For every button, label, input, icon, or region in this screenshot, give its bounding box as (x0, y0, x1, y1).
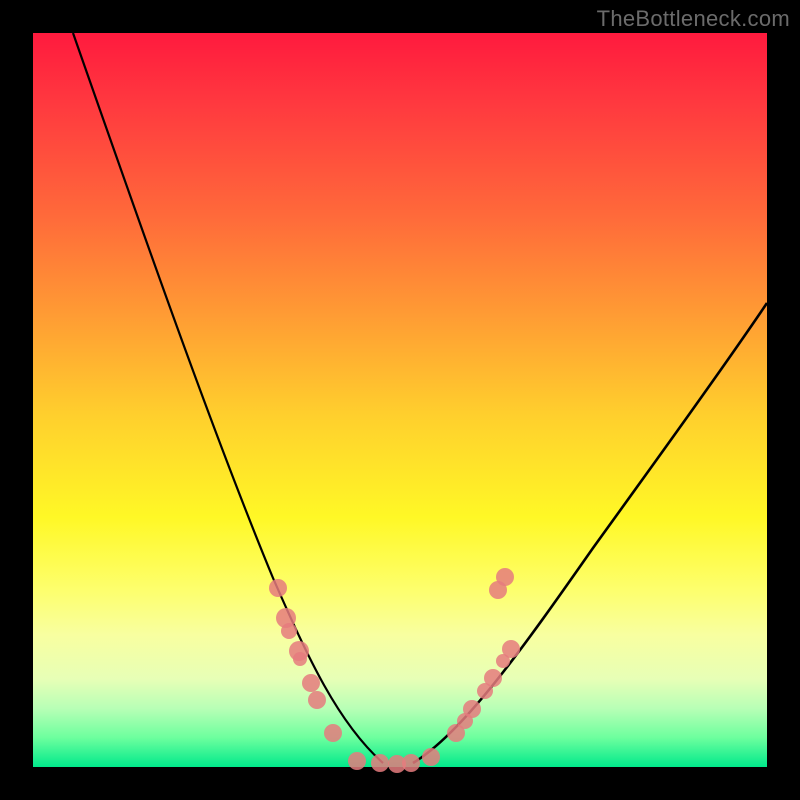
outer-frame: TheBottleneck.com (0, 0, 800, 800)
dot (302, 674, 320, 692)
curve-left (73, 33, 383, 763)
dot (281, 623, 297, 639)
dot (484, 669, 502, 687)
dot (463, 700, 481, 718)
scatter-right-cluster (402, 568, 520, 772)
dot (502, 640, 520, 658)
dot (496, 568, 514, 586)
curve-right (413, 303, 767, 763)
dot (324, 724, 342, 742)
watermark-text: TheBottleneck.com (597, 6, 790, 32)
dot (348, 752, 366, 770)
dot (293, 652, 307, 666)
dot (422, 748, 440, 766)
chart-overlay (33, 33, 767, 767)
dot (269, 579, 287, 597)
scatter-bottom-cluster (371, 754, 406, 773)
dot (308, 691, 326, 709)
dot (402, 754, 420, 772)
dot (371, 754, 389, 772)
